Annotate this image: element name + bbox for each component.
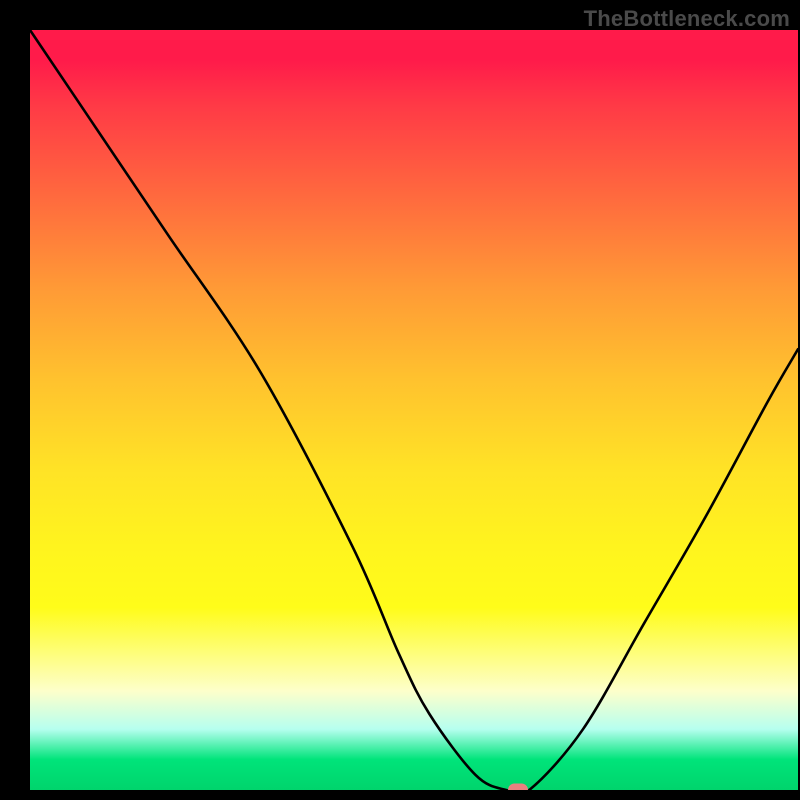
watermark-text: TheBottleneck.com (584, 6, 790, 32)
optimal-marker-icon (508, 784, 528, 791)
bottleneck-curve (30, 30, 798, 790)
plot-area (30, 30, 798, 790)
chart-frame: TheBottleneck.com (0, 0, 800, 800)
